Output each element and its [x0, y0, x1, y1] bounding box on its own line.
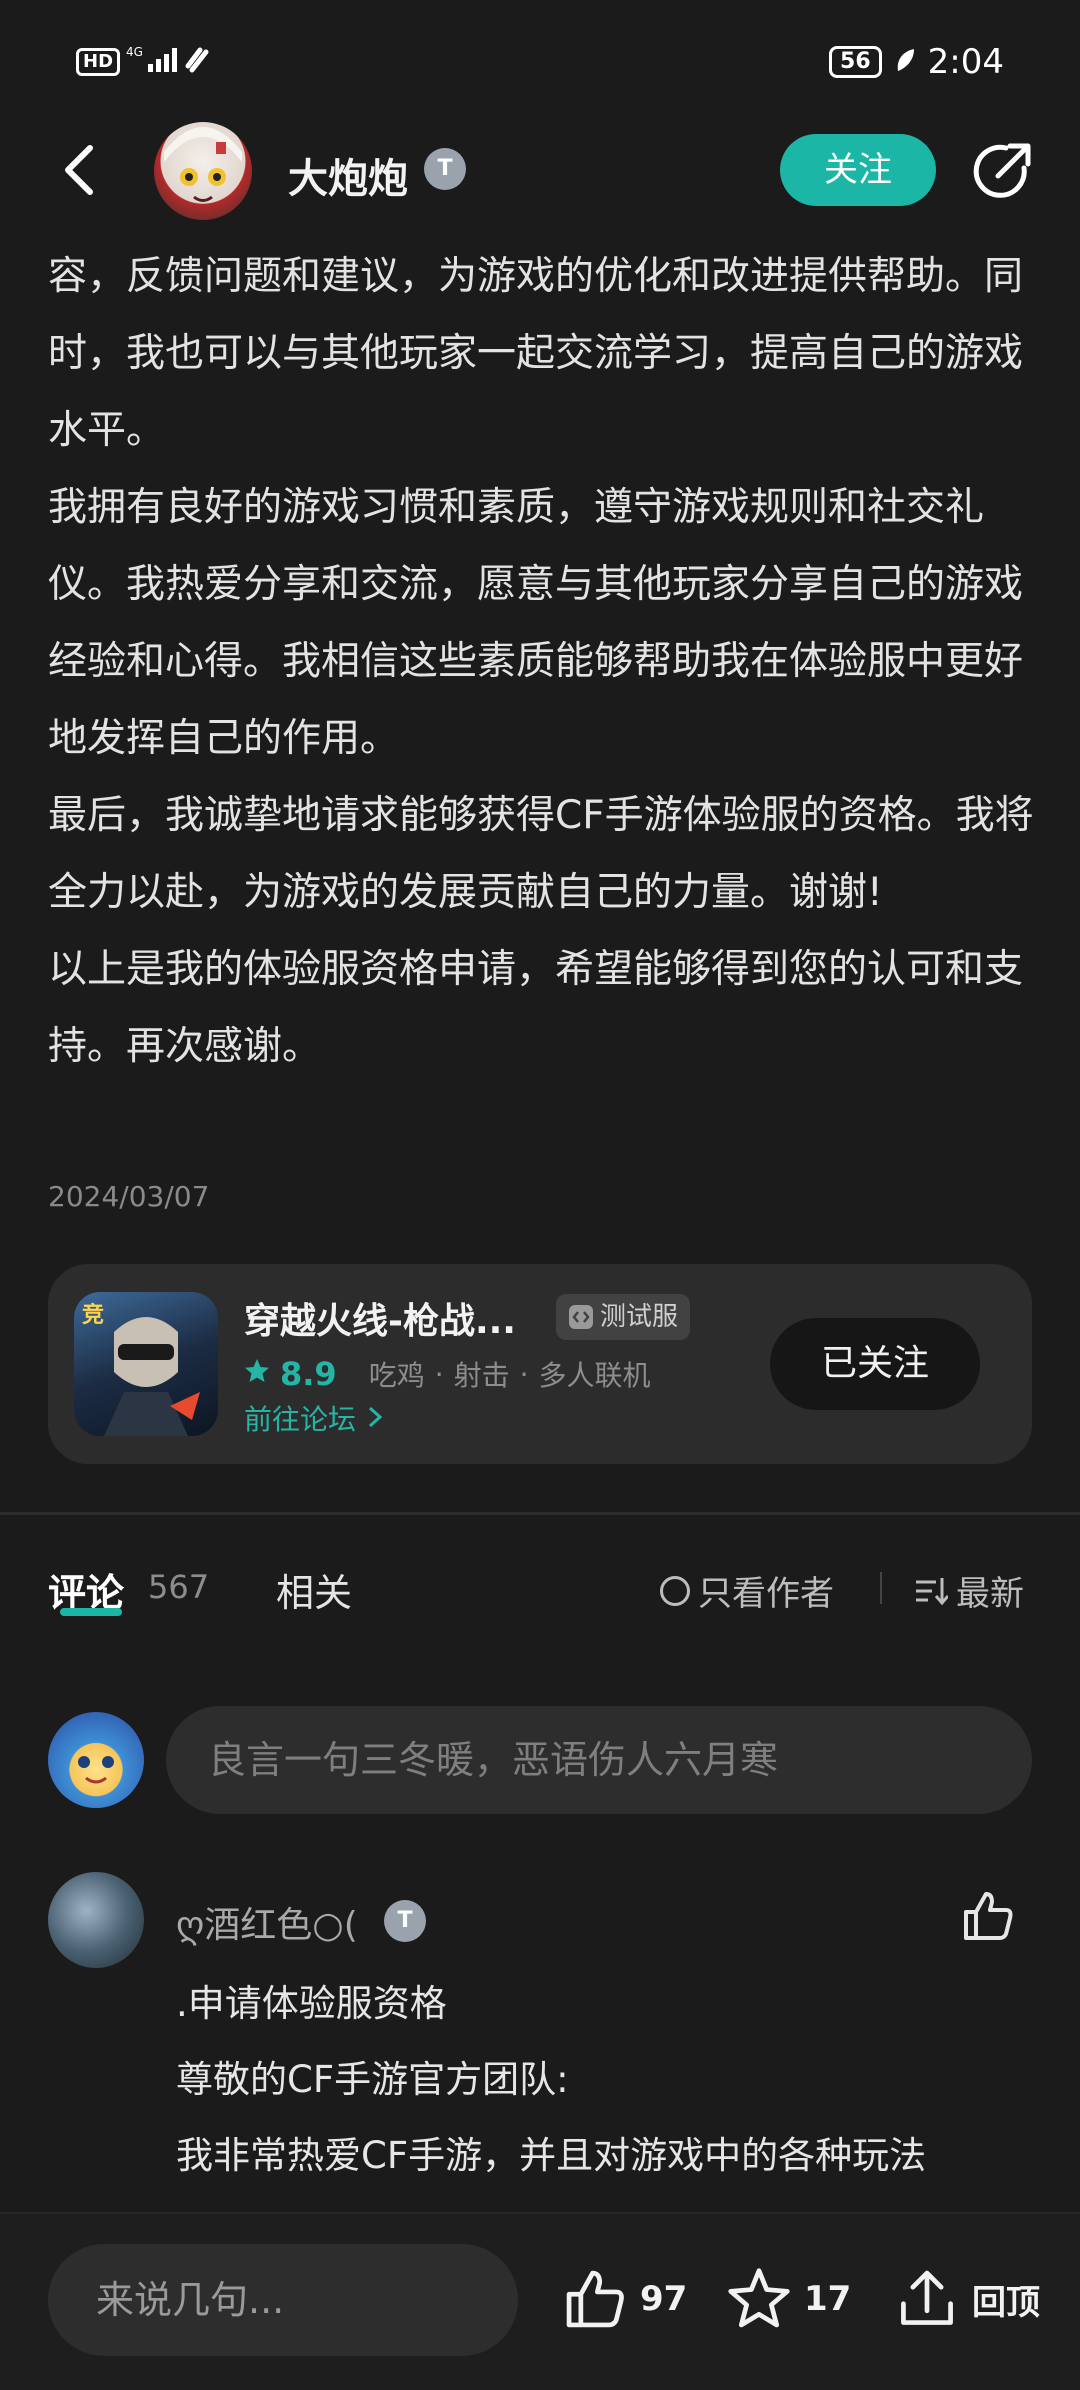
thumbs-up-icon — [964, 1892, 1013, 1940]
post-paragraph: 容，反馈问题和建议，为游戏的优化和改进提供帮助。同时，我也可以与其他玩家一起交流… — [48, 254, 1024, 453]
my-avatar — [48, 1712, 144, 1808]
comment-input[interactable]: 良言一句三冬暖，恶语伤人六月寒 — [166, 1706, 1032, 1814]
game-tag: 多人联机 — [538, 1359, 651, 1392]
sort-label: 最新 — [956, 1574, 1024, 1614]
level-badge-icon: T — [424, 148, 466, 190]
comment-paragraph: 我非常热爱CF手游，并且对游戏中的各种玩法 — [176, 2134, 927, 2177]
forum-link-label: 前往论坛 — [244, 1403, 357, 1436]
author-avatar[interactable] — [154, 122, 252, 220]
leaf-icon — [894, 47, 916, 77]
back-to-top-label: 回顶 — [972, 2282, 1040, 2323]
sort-button[interactable]: 最新 — [914, 1566, 1024, 1615]
reply-input[interactable]: 来说几句... — [48, 2244, 518, 2356]
battery-indicator: 56 — [829, 46, 882, 78]
comment-count: 567 — [148, 1568, 210, 1606]
post-paragraph: 最后，我诚挚地请求能够获得CF手游体验服的资格。我将全力以赴，为游戏的发展贡献自… — [48, 793, 1034, 915]
star-icon — [244, 1358, 270, 1391]
sort-icon — [916, 1577, 948, 1605]
hd-icon: HD — [76, 48, 121, 76]
dot-separator: · — [519, 1357, 529, 1391]
test-server-tag: 测试服 — [556, 1294, 691, 1340]
dot-separator: · — [434, 1357, 444, 1391]
game-icon[interactable]: 竞 — [74, 1292, 218, 1436]
back-arrow-icon — [65, 145, 93, 195]
level-badge-icon: T — [384, 1900, 426, 1942]
section-divider — [0, 1512, 1080, 1515]
status-right: 56 2:04 — [829, 42, 1004, 82]
post-content: 容，反馈问题和建议，为游戏的优化和改进提供帮助。同时，我也可以与其他玩家一起交流… — [48, 238, 1038, 1085]
star-icon — [728, 2268, 790, 2328]
only-author-toggle[interactable]: 只看作者 — [660, 1566, 834, 1615]
post-date: 2024/03/07 — [48, 1180, 210, 1213]
share-icon — [973, 143, 1031, 198]
only-author-label: 只看作者 — [698, 1574, 834, 1614]
game-tag: 吃鸡 — [368, 1359, 425, 1392]
like-button[interactable]: 97 — [562, 2266, 687, 2332]
signal-icon: 4G — [126, 44, 216, 80]
post-paragraph: 我拥有良好的游戏习惯和素质，遵守游戏规则和社交礼仪。我热爱分享和交流，愿意与其他… — [48, 485, 1024, 761]
upload-arrow-icon — [901, 2270, 953, 2325]
vertical-separator — [880, 1572, 882, 1604]
test-server-label: 测试服 — [600, 1302, 679, 1332]
favorite-count: 17 — [804, 2279, 852, 2319]
chevron-right-icon — [368, 1406, 383, 1428]
svg-text:4G: 4G — [126, 45, 143, 59]
code-icon — [569, 1305, 593, 1329]
forum-link[interactable]: 前往论坛 — [244, 1398, 385, 1438]
thumbs-up-icon — [566, 2270, 624, 2328]
game-card[interactable]: 竞 穿越火线-枪战... 测试服 8.9 吃鸡 · 射击 · 多人联机 前往论坛… — [48, 1264, 1032, 1464]
back-to-top-button[interactable]: 回顶 — [894, 2266, 1040, 2332]
commenter-name[interactable]: ღ酒红色○( — [176, 1896, 358, 1948]
comment-like-button[interactable] — [960, 1888, 1016, 1944]
radio-circle-icon — [660, 1575, 690, 1606]
commenter-avatar[interactable] — [48, 1872, 144, 1968]
share-button[interactable] — [968, 138, 1036, 206]
author-name[interactable]: 大炮炮 — [288, 146, 408, 204]
comment-body: .申请体验服资格 尊敬的CF手游官方团队: 我非常热爱CF手游，并且对游戏中的各… — [176, 1966, 1036, 2194]
like-count: 97 — [640, 2279, 688, 2319]
network-indicators: HD 4G — [76, 44, 216, 80]
clock: 2:04 — [927, 42, 1004, 82]
followed-button[interactable]: 已关注 — [770, 1318, 980, 1410]
active-tab-indicator — [60, 1608, 122, 1616]
post-paragraph: 以上是我的体验服资格申请，希望能够得到您的认可和支持。再次感谢。 — [48, 947, 1024, 1069]
game-title[interactable]: 穿越火线-枪战... — [244, 1292, 516, 1344]
game-tag: 射击 — [453, 1359, 510, 1392]
back-button[interactable] — [52, 140, 112, 200]
comment-paragraph: .申请体验服资格 — [176, 1982, 447, 2025]
comment-paragraph: 尊敬的CF手游官方团队: — [176, 2058, 569, 2101]
game-meta: 8.9 吃鸡 · 射击 · 多人联机 — [244, 1354, 651, 1394]
tab-related[interactable]: 相关 — [276, 1562, 352, 1617]
game-rating: 8.9 — [280, 1355, 337, 1393]
svg-text:竞: 竞 — [82, 1302, 104, 1328]
favorite-button[interactable]: 17 — [726, 2266, 851, 2332]
follow-button[interactable]: 关注 — [780, 134, 936, 206]
